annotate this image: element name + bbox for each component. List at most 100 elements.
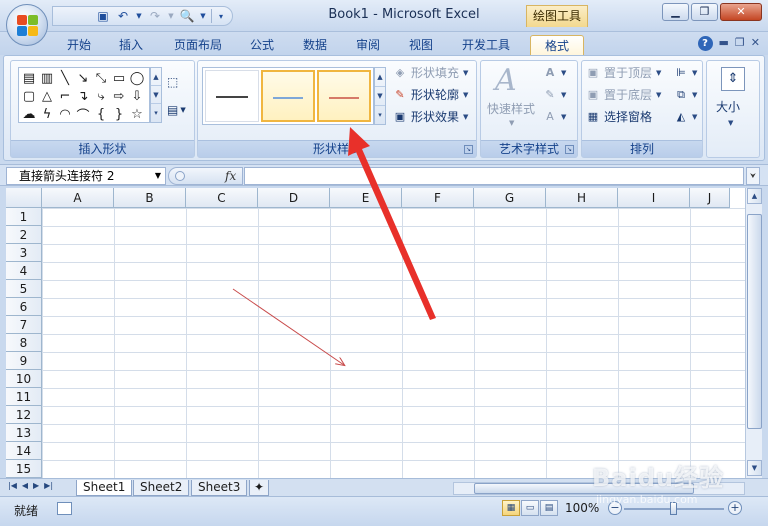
office-button[interactable] (6, 4, 48, 46)
curve-shape-icon[interactable]: ◠ (57, 106, 73, 122)
first-sheet-icon[interactable]: |◀ (8, 481, 17, 490)
text-fill-button[interactable]: A ▼ (543, 63, 567, 83)
double-arrow-shape-icon[interactable]: ⤡ (93, 70, 109, 86)
vertical-textbox-shape-icon[interactable]: ▥ (39, 70, 55, 86)
row-header[interactable]: 5 (6, 280, 42, 298)
column-header[interactable]: C (186, 188, 258, 208)
column-header[interactable]: G (474, 188, 546, 208)
triangle-shape-icon[interactable]: △ (39, 88, 55, 104)
tab-format[interactable]: 格式 (530, 35, 584, 55)
row-header[interactable]: 6 (6, 298, 42, 316)
size-button[interactable]: 大小 (716, 97, 740, 117)
right-brace-shape-icon[interactable]: } (111, 106, 127, 122)
row-header[interactable]: 12 (6, 406, 42, 424)
row-header[interactable]: 14 (6, 442, 42, 460)
arrow-shape-icon[interactable]: ↘ (75, 70, 91, 86)
name-box-dropdown-icon[interactable]: ▼ (155, 168, 161, 184)
row-header[interactable]: 9 (6, 352, 42, 370)
row-header[interactable]: 7 (6, 316, 42, 334)
textbox-button[interactable]: ▤ ▼ (167, 103, 186, 117)
select-all-corner[interactable] (6, 188, 42, 208)
column-header[interactable]: B (114, 188, 186, 208)
shape-outline-button[interactable]: ✎ 形状轮廓 ▼ (393, 85, 468, 105)
page-layout-view-icon[interactable]: ▭ (521, 500, 539, 516)
tab-page-layout[interactable]: 页面布局 (168, 35, 228, 55)
column-header[interactable]: F (402, 188, 474, 208)
gallery-more-icon[interactable]: ▾ (151, 104, 161, 122)
edit-shape-button[interactable]: ⬚ (167, 75, 178, 89)
size-icon[interactable]: ⇕ (721, 67, 745, 91)
elbow-connector-shape-icon[interactable]: ⌐ (57, 88, 73, 104)
vertical-scrollbar[interactable]: ▲ ▼ (745, 188, 762, 478)
row-header[interactable]: 3 (6, 244, 42, 262)
sheet-tab-sheet2[interactable]: Sheet2 (133, 480, 190, 496)
shape-style-dark[interactable] (205, 70, 259, 122)
row-header[interactable]: 15 (6, 460, 42, 478)
column-header[interactable]: J (690, 188, 730, 208)
vertical-scroll-thumb[interactable] (747, 214, 762, 429)
sheet-tab-sheet1[interactable]: Sheet1 (76, 480, 133, 496)
line-shape-icon[interactable]: ╲ (57, 70, 73, 86)
row-header[interactable]: 1 (6, 208, 42, 226)
insert-function-icon[interactable]: fx (225, 168, 236, 185)
text-effects-button[interactable]: A ▼ (543, 107, 566, 127)
row-header[interactable]: 10 (6, 370, 42, 388)
column-header[interactable]: D (258, 188, 330, 208)
expand-formula-bar-icon[interactable]: ⮟ (746, 167, 760, 185)
textbox-shape-icon[interactable]: ▤ (21, 70, 37, 86)
minimize-button[interactable]: ▁ (662, 3, 689, 21)
row-header[interactable]: 2 (6, 226, 42, 244)
scroll-up-icon[interactable]: ▲ (747, 188, 762, 204)
horizontal-scrollbar[interactable] (453, 482, 745, 495)
elbow-arrow-shape-icon[interactable]: ↴ (75, 88, 91, 104)
column-header[interactable]: H (546, 188, 618, 208)
horizontal-scroll-thumb[interactable] (474, 483, 694, 494)
gallery-more-icon[interactable]: ▾ (375, 106, 385, 125)
quick-styles-button[interactable]: 快速样式 (487, 99, 535, 119)
shape-style-blue[interactable] (261, 70, 315, 122)
left-brace-shape-icon[interactable]: { (93, 106, 109, 122)
tab-formulas[interactable]: 公式 (245, 35, 279, 55)
rectangle-shape-icon[interactable]: ▭ (111, 70, 127, 86)
chevron-down-icon[interactable]: ▼ (151, 86, 161, 104)
shape-styles-scroll[interactable]: ▲ ▼ ▾ (374, 67, 386, 125)
shapes-gallery[interactable]: ▤ ▥ ╲ ↘ ⤡ ▭ ◯ ▢ △ ⌐ ↴ ⤷ ⇨ ⇩ ☁ ϟ ◠ ⌒ { } … (18, 67, 150, 124)
close-button[interactable]: ✕ (720, 3, 762, 21)
shapes-gallery-scroll[interactable]: ▲ ▼ ▾ (150, 67, 162, 123)
prev-sheet-icon[interactable]: ◀ (22, 481, 28, 490)
dialog-launcher-icon[interactable]: ↘ (464, 145, 473, 154)
zoom-level[interactable]: 100% (565, 501, 599, 515)
macro-record-icon[interactable] (57, 502, 72, 515)
workbook-close-icon[interactable]: ✕ (751, 36, 760, 51)
cell-area[interactable] (42, 208, 745, 478)
zoom-slider-thumb[interactable] (670, 502, 677, 515)
restore-button[interactable]: ❐ (691, 3, 718, 21)
selection-pane-button[interactable]: ▦ 选择窗格 (586, 107, 652, 127)
zoom-in-icon[interactable]: + (728, 501, 742, 515)
tab-home[interactable]: 开始 (62, 35, 96, 55)
column-header[interactable]: I (618, 188, 690, 208)
ribbon-minimize-icon[interactable]: ▬ (719, 36, 729, 51)
tab-data[interactable]: 数据 (298, 35, 332, 55)
rounded-rectangle-shape-icon[interactable]: ▢ (21, 88, 37, 104)
page-break-view-icon[interactable]: ▤ (540, 500, 558, 516)
tab-view[interactable]: 视图 (404, 35, 438, 55)
row-header[interactable]: 11 (6, 388, 42, 406)
formula-input[interactable] (244, 167, 744, 185)
oval-shape-icon[interactable]: ◯ (129, 70, 145, 86)
text-outline-button[interactable]: ✎ ▼ (543, 85, 566, 105)
tab-developer[interactable]: 开发工具 (457, 35, 515, 55)
ribbon-restore-icon[interactable]: ❐ (735, 36, 745, 51)
zoom-out-icon[interactable]: − (608, 501, 622, 515)
worksheet-grid[interactable]: ABCDEFGHIJ 1 2 3 4 5 6 7 8 9 10 11 12 13 14 15 (6, 188, 745, 478)
name-box[interactable]: 直接箭头连接符 2 ▼ (6, 167, 166, 185)
insert-sheet-icon[interactable]: ✦ (249, 480, 270, 496)
scroll-down-icon[interactable]: ▼ (747, 460, 762, 476)
shape-fill-button[interactable]: ◈ 形状填充 ▼ (393, 63, 469, 83)
normal-view-icon[interactable]: ▦ (502, 500, 520, 516)
tab-review[interactable]: 审阅 (351, 35, 385, 55)
next-sheet-icon[interactable]: ▶ (33, 481, 39, 490)
column-header[interactable]: E (330, 188, 402, 208)
send-to-back-button[interactable]: ▣ 置于底层 ▼ (586, 85, 662, 105)
row-header[interactable]: 8 (6, 334, 42, 352)
